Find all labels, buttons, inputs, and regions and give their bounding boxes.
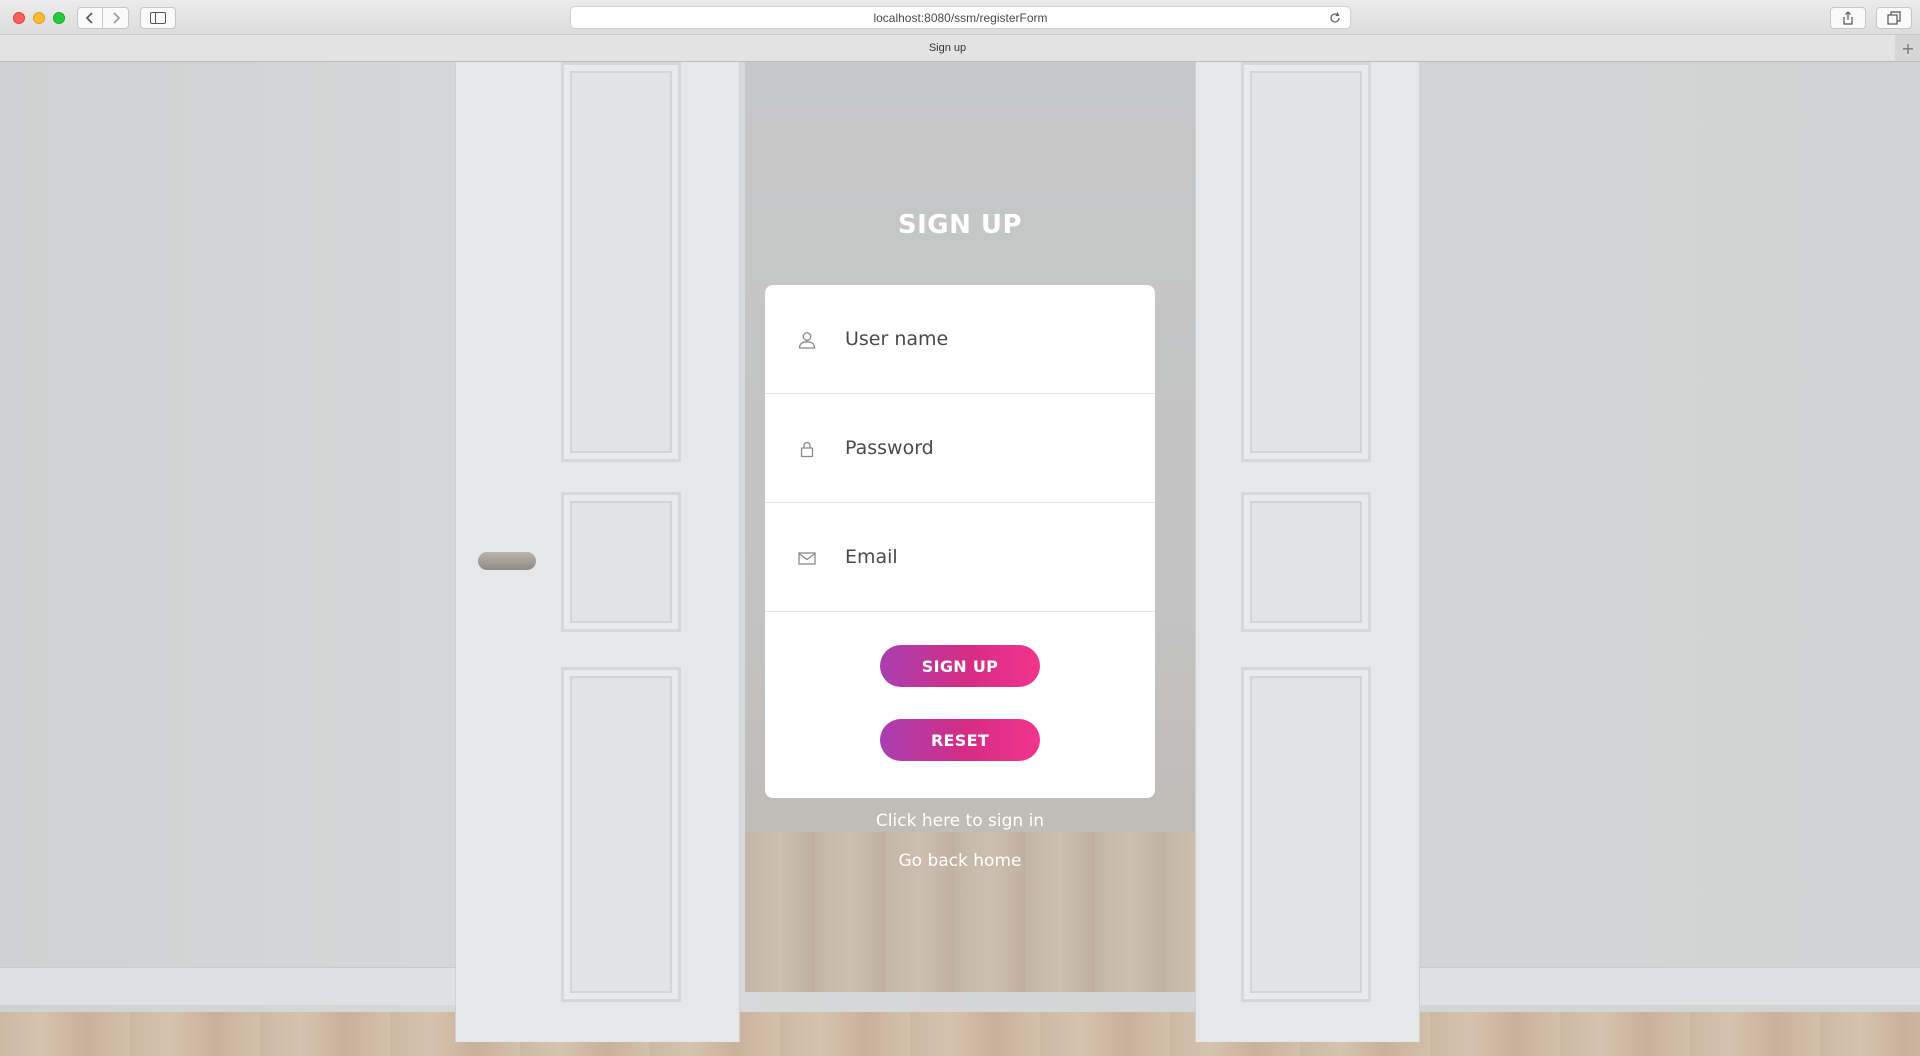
tab-bar: Sign up + bbox=[0, 35, 1920, 62]
back-button[interactable] bbox=[77, 7, 103, 29]
door-panel bbox=[1241, 667, 1371, 1002]
sidebar-icon bbox=[150, 12, 166, 24]
forward-icon bbox=[112, 12, 120, 24]
password-field bbox=[765, 394, 1155, 503]
door-panel bbox=[561, 62, 681, 462]
reset-button[interactable]: RESET bbox=[880, 719, 1040, 761]
username-field bbox=[765, 285, 1155, 394]
email-field bbox=[765, 503, 1155, 612]
door-panel bbox=[561, 667, 681, 1002]
new-tab-button[interactable]: + bbox=[1896, 35, 1920, 61]
background-baseboard bbox=[1420, 967, 1920, 1005]
back-icon bbox=[85, 12, 93, 24]
email-input[interactable] bbox=[845, 537, 1125, 577]
tab-sign-up[interactable]: Sign up bbox=[0, 35, 1895, 61]
door-panel bbox=[1241, 492, 1371, 632]
close-window-button[interactable] bbox=[13, 12, 25, 24]
signup-form-card: SIGN UP RESET bbox=[765, 285, 1155, 798]
share-button[interactable] bbox=[1830, 7, 1866, 29]
nav-buttons bbox=[77, 7, 129, 29]
mail-icon bbox=[798, 552, 816, 565]
background-floor bbox=[0, 1012, 1920, 1056]
door-panel bbox=[561, 492, 681, 632]
signup-button[interactable]: SIGN UP bbox=[880, 645, 1040, 687]
signin-link[interactable]: Click here to sign in bbox=[876, 811, 1044, 831]
page-title: SIGN UP bbox=[897, 210, 1023, 240]
zoom-window-button[interactable] bbox=[53, 12, 65, 24]
sidebar-toggle-button[interactable] bbox=[140, 7, 176, 29]
door-panel bbox=[1241, 62, 1371, 462]
forward-button[interactable] bbox=[103, 7, 129, 29]
background-right-door bbox=[1195, 62, 1420, 1042]
show-tabs-button[interactable] bbox=[1876, 7, 1912, 29]
username-input[interactable] bbox=[845, 319, 1125, 359]
lock-icon bbox=[800, 441, 814, 458]
background-door-handle bbox=[478, 552, 536, 570]
address-bar[interactable]: localhost:8080/ssm/registerForm bbox=[570, 6, 1351, 29]
reload-icon[interactable] bbox=[1328, 11, 1342, 25]
signin-link-row: Click here to sign in bbox=[0, 811, 1920, 831]
background-baseboard bbox=[0, 967, 455, 1005]
minimize-window-button[interactable] bbox=[33, 12, 45, 24]
url-text: localhost:8080/ssm/registerForm bbox=[873, 10, 1048, 25]
tab-title: Sign up bbox=[928, 42, 967, 54]
user-icon bbox=[798, 332, 816, 349]
password-input[interactable] bbox=[845, 428, 1125, 468]
share-icon bbox=[1843, 11, 1853, 25]
tabs-icon bbox=[1887, 11, 1901, 25]
page-viewport: SIGN UP SIGN UP RESET C bbox=[0, 62, 1920, 1056]
home-link[interactable]: Go back home bbox=[899, 851, 1022, 871]
home-link-row: Go back home bbox=[0, 851, 1920, 871]
browser-toolbar: localhost:8080/ssm/registerForm bbox=[0, 0, 1920, 35]
